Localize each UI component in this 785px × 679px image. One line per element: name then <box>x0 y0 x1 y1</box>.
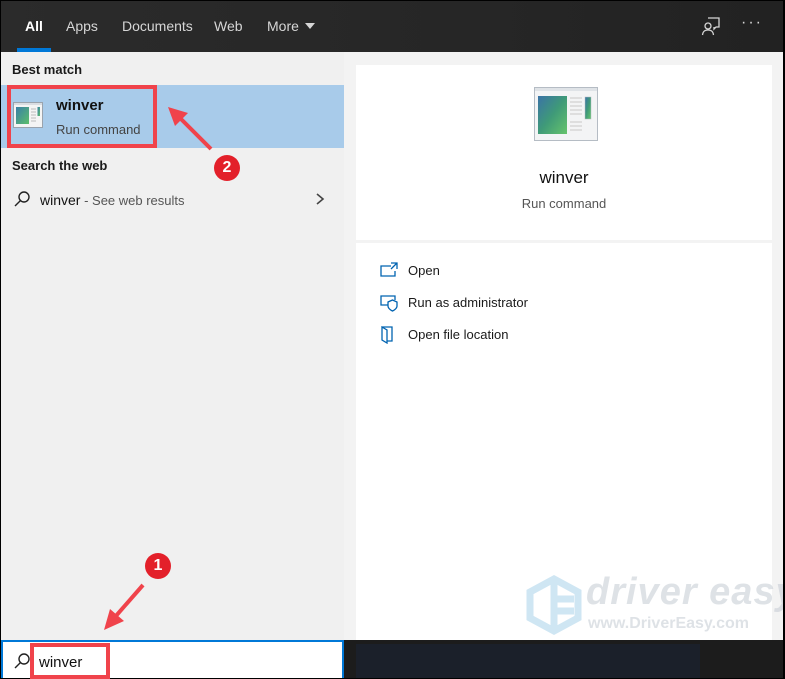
folder-location-icon <box>381 326 393 344</box>
feedback-person-icon[interactable] <box>701 16 721 36</box>
action-open-file-location-label: Open file location <box>408 327 509 342</box>
app-window-icon <box>13 102 43 128</box>
tab-bar: All Apps Documents Web More ··· <box>1 1 783 52</box>
best-match-item[interactable]: winver Run command <box>1 85 344 148</box>
step-2-badge: 2 <box>214 155 240 181</box>
open-external-icon <box>380 262 398 277</box>
taskbar-strip <box>356 644 700 678</box>
tab-documents[interactable]: Documents <box>122 1 193 52</box>
watermark-brand: driver easy <box>586 571 783 613</box>
tab-web[interactable]: Web <box>214 1 243 52</box>
search-web-heading: Search the web <box>12 158 108 173</box>
watermark-url: www.DriverEasy.com <box>588 615 749 632</box>
details-subtitle: Run command <box>521 196 607 211</box>
web-result-text: winver - See web results <box>40 192 185 208</box>
driver-easy-logo-icon <box>526 575 582 635</box>
details-pane: winver Run command Open Run as administr… <box>344 52 783 640</box>
action-open-label: Open <box>408 263 440 278</box>
action-open[interactable]: Open <box>380 260 680 284</box>
driver-easy-watermark: driver easy www.DriverEasy.com <box>526 571 783 637</box>
results-pane: Best match winver Run command Search the… <box>1 52 344 640</box>
tab-apps[interactable]: Apps <box>66 1 98 52</box>
web-result-item[interactable]: winver - See web results <box>1 184 344 216</box>
best-match-title: winver <box>56 97 104 114</box>
shield-admin-icon <box>380 295 398 312</box>
action-run-as-admin[interactable]: Run as administrator <box>380 292 680 316</box>
details-title: winver <box>539 168 589 187</box>
caret-down-icon <box>304 23 315 29</box>
best-match-subtitle: Run command <box>56 122 141 137</box>
web-result-query: winver <box>40 192 81 208</box>
action-open-file-location[interactable]: Open file location <box>380 324 680 348</box>
best-match-heading: Best match <box>12 62 83 77</box>
search-input[interactable] <box>39 650 329 674</box>
details-actions-card: Open Run as administrator Open file loca… <box>356 243 783 640</box>
search-icon <box>14 191 30 207</box>
search-window: All Apps Documents Web More ··· Best mat… <box>1 1 783 678</box>
search-box[interactable] <box>1 640 344 678</box>
tab-more-label: More <box>267 18 299 34</box>
chevron-right-icon[interactable] <box>315 192 325 206</box>
step-1-badge: 1 <box>145 553 171 579</box>
web-result-suffix: - See web results <box>80 193 185 208</box>
app-window-icon <box>534 87 598 141</box>
taskbar <box>344 640 783 678</box>
details-header-card: winver Run command <box>356 65 772 240</box>
tab-more[interactable]: More <box>267 1 315 52</box>
tab-all[interactable]: All <box>17 1 51 52</box>
action-run-as-admin-label: Run as administrator <box>408 295 528 310</box>
ellipsis-icon[interactable]: ··· <box>741 14 763 32</box>
search-icon <box>14 653 30 669</box>
